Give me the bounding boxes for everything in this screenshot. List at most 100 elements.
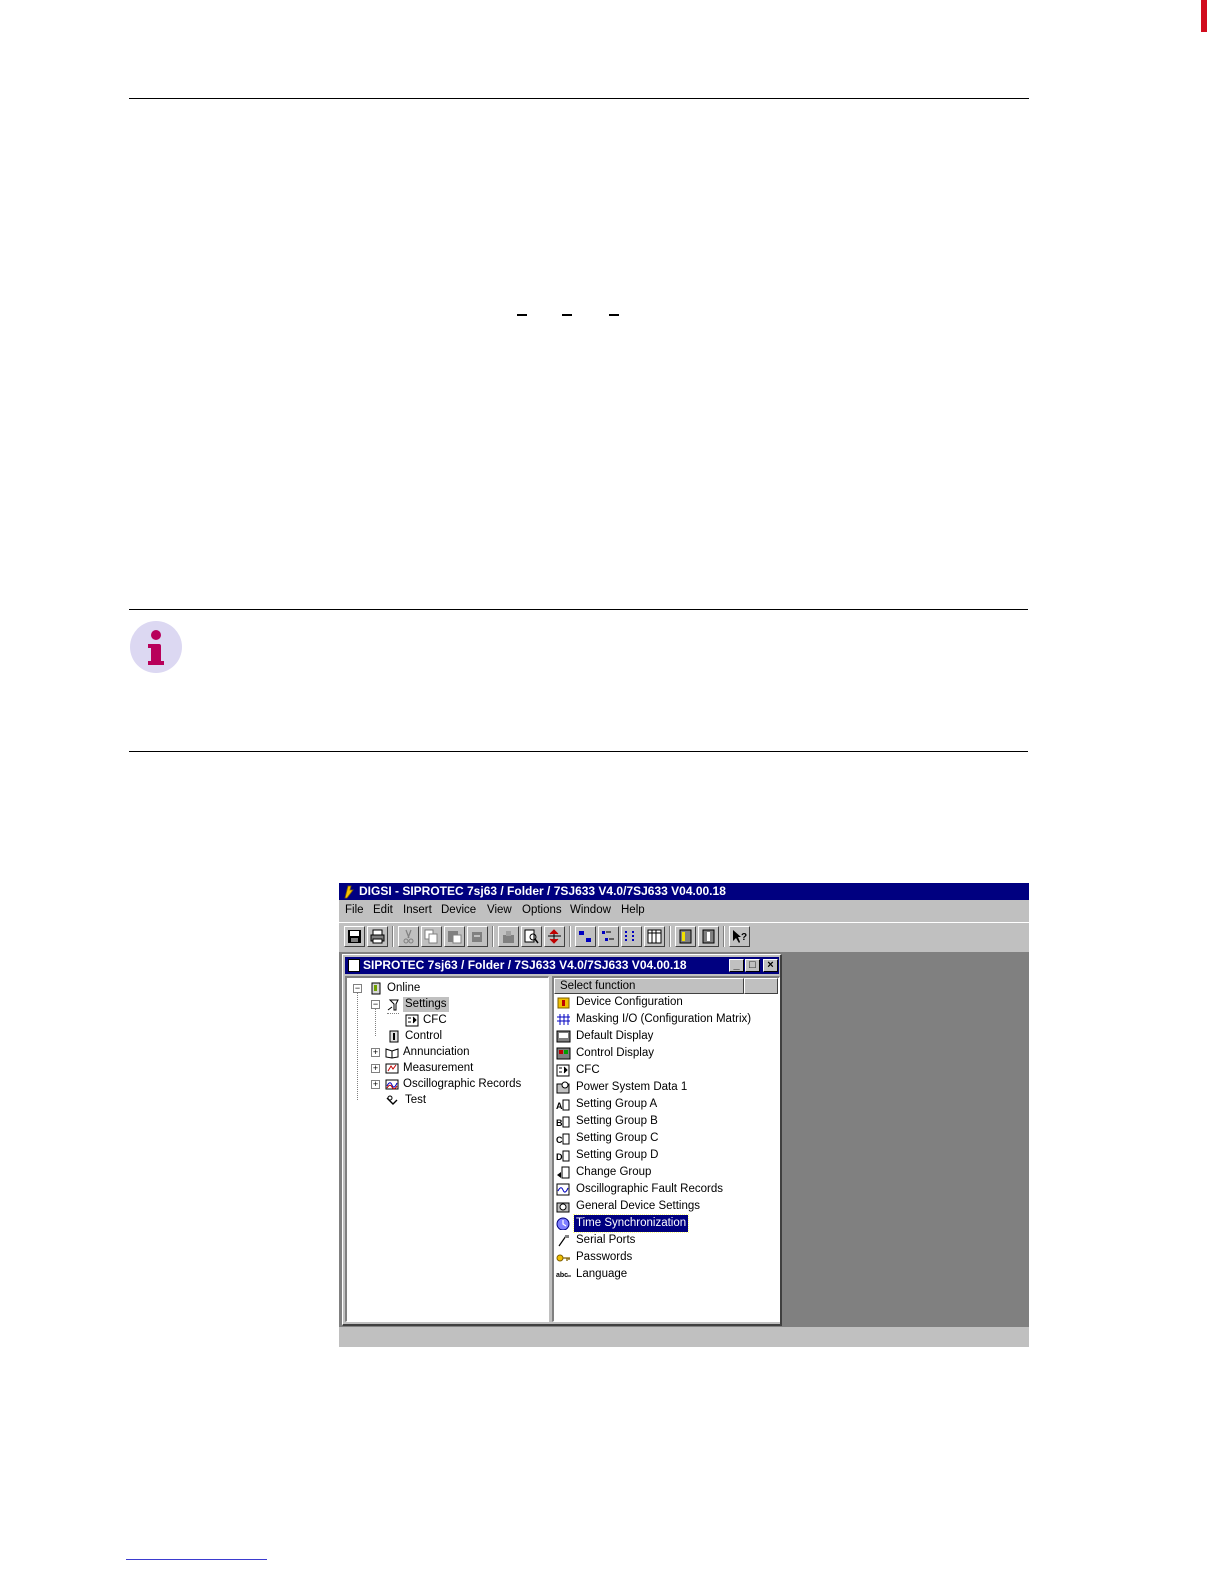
device-panel-icon[interactable] (675, 926, 696, 947)
setting-group-d-icon: D (556, 1150, 570, 1162)
tree-item-test[interactable]: Test (347, 1093, 547, 1108)
function-item[interactable]: abc Language (556, 1266, 778, 1283)
tree-item-cfc[interactable]: CFC (347, 1013, 547, 1028)
maximize-button[interactable]: □ (745, 959, 760, 972)
navigation-tree[interactable]: − Online − Settings CFC Control + Annunc… (345, 976, 549, 1322)
details-icon[interactable] (644, 926, 665, 947)
underline-mark-2 (562, 314, 572, 316)
function-item-label: Masking I/O (Configuration Matrix) (576, 1013, 752, 1025)
general-settings-icon (556, 1202, 570, 1213)
undo-icon[interactable] (467, 926, 488, 947)
page-edge-tab (1201, 0, 1207, 32)
digsi-application-window: DIGSI - SIPROTEC 7sj63 / Folder / 7SJ633… (339, 883, 1029, 1347)
function-item-label: Oscillographic Fault Records (576, 1183, 724, 1195)
expand-icon[interactable]: + (371, 1048, 380, 1057)
menu-device[interactable]: Device (441, 904, 476, 916)
function-item-label: Default Display (576, 1030, 654, 1042)
menu-view[interactable]: View (487, 904, 512, 916)
function-item[interactable]: CFC (556, 1062, 778, 1079)
function-item-label: Control Display (576, 1047, 654, 1059)
svg-text:A: A (556, 1101, 563, 1111)
footer-link-underline (126, 1559, 267, 1560)
large-icons-icon[interactable] (575, 926, 596, 947)
function-item[interactable]: A Setting Group A (556, 1096, 778, 1113)
change-group-icon (557, 1166, 570, 1179)
matrix-icon (557, 1014, 570, 1025)
test-icon (386, 1095, 398, 1105)
default-display-icon (556, 1030, 571, 1043)
setting-group-b-icon: B (556, 1116, 570, 1128)
function-item[interactable]: Power System Data 1 (556, 1079, 778, 1096)
tree-item-settings[interactable]: − Settings (347, 997, 547, 1012)
function-item[interactable]: Masking I/O (Configuration Matrix) (556, 1011, 778, 1028)
list-icon[interactable] (621, 926, 642, 947)
tree-item-control[interactable]: Control (347, 1029, 547, 1044)
collapse-icon[interactable]: − (371, 1000, 380, 1009)
column-header-select-function[interactable]: Select function (554, 978, 744, 994)
control-icon (389, 1030, 399, 1043)
expand-icon[interactable]: + (371, 1064, 380, 1073)
collapse-icon[interactable]: − (353, 984, 362, 993)
copy-icon[interactable] (421, 926, 442, 947)
menu-window[interactable]: Window (570, 904, 611, 916)
menu-options[interactable]: Options (522, 904, 562, 916)
move-icon[interactable] (544, 926, 565, 947)
menu-bar: File Edit Insert Device View Options Win… (339, 900, 1029, 923)
function-item[interactable]: Passwords (556, 1249, 778, 1266)
find-icon[interactable] (521, 926, 542, 947)
function-item[interactable]: Oscillographic Fault Records (556, 1181, 778, 1198)
tree-item-measurement[interactable]: + Measurement (347, 1061, 547, 1076)
function-item-label: Setting Group A (576, 1098, 658, 1110)
digsi-app-icon (344, 885, 354, 899)
function-item-label: Device Configuration (576, 996, 683, 1008)
print-icon[interactable] (367, 926, 388, 947)
function-item-label: Passwords (576, 1251, 633, 1263)
control-display-icon (556, 1047, 571, 1060)
function-item[interactable]: Default Display (556, 1028, 778, 1045)
close-button[interactable]: × (763, 959, 778, 972)
function-item[interactable]: Time Synchronization (556, 1214, 778, 1233)
paste-icon[interactable] (444, 926, 465, 947)
menu-edit[interactable]: Edit (373, 904, 393, 916)
column-header-blank[interactable] (744, 978, 778, 994)
tree-item-annunciation[interactable]: + Annunciation (347, 1045, 547, 1060)
setting-group-a-icon: A (556, 1099, 570, 1111)
function-item-label: Setting Group B (576, 1115, 658, 1127)
function-item-label: Setting Group D (576, 1149, 659, 1161)
menu-insert[interactable]: Insert (403, 904, 432, 916)
device-child-window: SIPROTEC 7sj63 / Folder / 7SJ633 V4.0/7S… (342, 954, 782, 1326)
function-item-label: Language (576, 1268, 628, 1280)
small-icons-icon[interactable] (598, 926, 619, 947)
app-title-bar[interactable]: DIGSI - SIPROTEC 7sj63 / Folder / 7SJ633… (339, 883, 1029, 900)
context-help-icon[interactable]: ? (729, 926, 750, 947)
function-item[interactable]: D Setting Group D (556, 1147, 778, 1164)
function-item[interactable]: Serial Ports (556, 1232, 778, 1249)
cut-icon[interactable] (398, 926, 419, 947)
device-panel-2-icon[interactable] (698, 926, 719, 947)
menu-file[interactable]: File (345, 904, 364, 916)
function-item[interactable]: Device Configuration (556, 994, 778, 1011)
menu-help[interactable]: Help (621, 904, 645, 916)
device-config-icon (557, 997, 570, 1009)
toolbar-separator (669, 926, 671, 947)
power-system-icon (556, 1081, 570, 1094)
function-item[interactable]: C Setting Group C (556, 1130, 778, 1147)
save-icon[interactable] (344, 926, 365, 947)
svg-text:?: ? (741, 932, 747, 943)
function-item-label: Time Synchronization (572, 1214, 690, 1233)
tree-item-oscillographic-records[interactable]: + Oscillographic Records (347, 1077, 547, 1092)
tree-item-online[interactable]: − Online (347, 981, 547, 996)
settings-icon (387, 999, 399, 1011)
expand-icon[interactable]: + (371, 1080, 380, 1089)
function-item[interactable]: Change Group (556, 1164, 778, 1181)
svg-text:B: B (556, 1118, 563, 1128)
function-item[interactable]: B Setting Group B (556, 1113, 778, 1130)
device-icon[interactable] (498, 926, 519, 947)
clock-icon (556, 1217, 570, 1230)
function-list[interactable]: Select function Device Configuration Mask… (552, 976, 780, 1322)
function-item[interactable]: Control Display (556, 1045, 778, 1062)
minimize-button[interactable]: _ (729, 959, 744, 972)
child-title-bar[interactable]: SIPROTEC 7sj63 / Folder / 7SJ633 V4.0/7S… (345, 957, 779, 974)
header-rule (129, 98, 1029, 99)
function-item[interactable]: General Device Settings (556, 1198, 778, 1215)
